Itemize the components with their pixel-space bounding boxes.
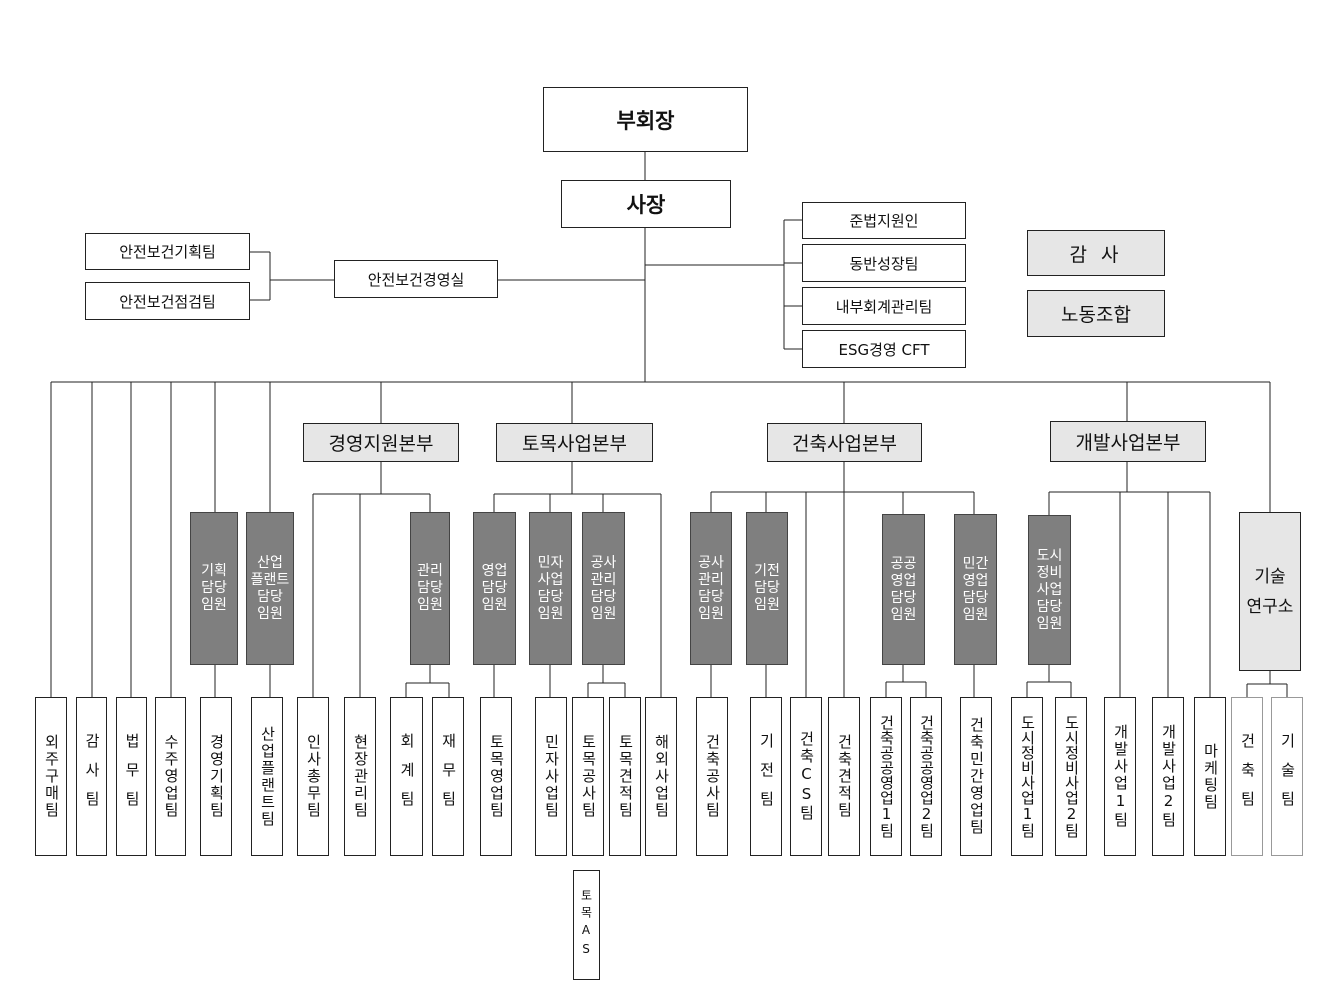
team-civil-sales: 토목영업팀 bbox=[480, 697, 512, 856]
planning-officer-box: 기획 담당 임원 bbox=[190, 512, 238, 665]
civil-private-officer-box: 민자 사업 담당 임원 bbox=[529, 512, 572, 665]
team-legal: 법무팀 bbox=[116, 697, 147, 856]
team-arch-public-2: 건축공공영업2팀 bbox=[910, 697, 942, 856]
team-dev-2: 개발사업2팀 bbox=[1152, 697, 1184, 856]
labor-union-box: 노동조합 bbox=[1027, 290, 1165, 337]
safety-planning-team-box: 안전보건기획팀 bbox=[85, 233, 250, 270]
architecture-division-box: 건축사업본부 bbox=[767, 423, 922, 462]
team-order-sales: 수주영업팀 bbox=[155, 697, 186, 856]
internal-accounting-team-box: 내부회계관리팀 bbox=[802, 287, 966, 325]
team-arch-private-sales: 건축민간영업팀 bbox=[960, 697, 992, 856]
team-arch-construction: 건축공사팀 bbox=[696, 697, 728, 856]
president-box: 사장 bbox=[561, 180, 731, 228]
team-hr-general: 인사총무팀 bbox=[297, 697, 329, 856]
win-win-team-box: 동반성장팀 bbox=[802, 244, 966, 282]
arch-private-sales-officer-box: 민간 영업 담당 임원 bbox=[954, 514, 997, 665]
team-civil-as: 토목AS bbox=[573, 870, 600, 980]
civil-construction-mgmt-officer-box: 공사 관리 담당 임원 bbox=[582, 512, 625, 665]
management-division-box: 경영지원본부 bbox=[303, 423, 459, 462]
safety-office-box: 안전보건경영실 bbox=[334, 260, 498, 298]
team-business-planning: 경영기획팀 bbox=[200, 697, 232, 856]
team-audit: 감사팀 bbox=[76, 697, 107, 856]
team-arch-estimation: 건축견적팀 bbox=[828, 697, 860, 856]
team-accounting: 회계팀 bbox=[390, 697, 423, 856]
team-finance: 재무팀 bbox=[432, 697, 464, 856]
team-urban-2: 도시정비사업2팀 bbox=[1055, 697, 1087, 856]
team-civil-estimation: 토목견적팀 bbox=[609, 697, 641, 856]
team-technology: 기술팀 bbox=[1271, 697, 1303, 856]
audit-box: 감 사 bbox=[1027, 230, 1165, 276]
civil-sales-officer-box: 영업 담당 임원 bbox=[473, 512, 516, 665]
arch-construction-mgmt-officer-box: 공사 관리 담당 임원 bbox=[690, 512, 732, 665]
team-arch-public-1: 건축공공영업1팀 bbox=[870, 697, 902, 856]
compliance-officer-box: 준법지원인 bbox=[802, 202, 966, 239]
esg-cft-box: ESG경영 CFT bbox=[802, 330, 966, 368]
dev-urban-officer-box: 도시 정비 사업 담당 임원 bbox=[1028, 515, 1071, 665]
team-electrical: 기전팀 bbox=[750, 697, 782, 856]
development-division-box: 개발사업본부 bbox=[1050, 421, 1206, 462]
safety-inspection-team-box: 안전보건점검팀 bbox=[85, 282, 250, 320]
team-overseas: 해외사업팀 bbox=[645, 697, 677, 856]
team-arch-cs: 건축CS팀 bbox=[790, 697, 822, 856]
team-outsourcing: 외주구매팀 bbox=[35, 697, 67, 856]
team-industrial-plant: 산업플랜트팀 bbox=[251, 697, 283, 856]
civil-division-box: 토목사업본부 bbox=[496, 423, 653, 462]
team-civil-construction: 토목공사팀 bbox=[572, 697, 604, 856]
vice-chairman-box: 부회장 bbox=[543, 87, 748, 152]
team-site-management: 현장관리팀 bbox=[344, 697, 376, 856]
plant-officer-box: 산업 플랜트 담당 임원 bbox=[246, 512, 294, 665]
arch-public-sales-officer-box: 공공 영업 담당 임원 bbox=[882, 514, 925, 665]
team-architecture: 건축팀 bbox=[1231, 697, 1263, 856]
team-urban-1: 도시정비사업1팀 bbox=[1011, 697, 1043, 856]
research-lab-box: 기술 연구소 bbox=[1239, 512, 1301, 671]
team-private-business: 민자사업팀 bbox=[535, 697, 567, 856]
team-marketing: 마케팅팀 bbox=[1194, 697, 1226, 856]
team-dev-1: 개발사업1팀 bbox=[1104, 697, 1136, 856]
arch-electrical-officer-box: 기전 담당 임원 bbox=[746, 512, 788, 665]
admin-officer-box: 관리 담당 임원 bbox=[410, 512, 450, 665]
